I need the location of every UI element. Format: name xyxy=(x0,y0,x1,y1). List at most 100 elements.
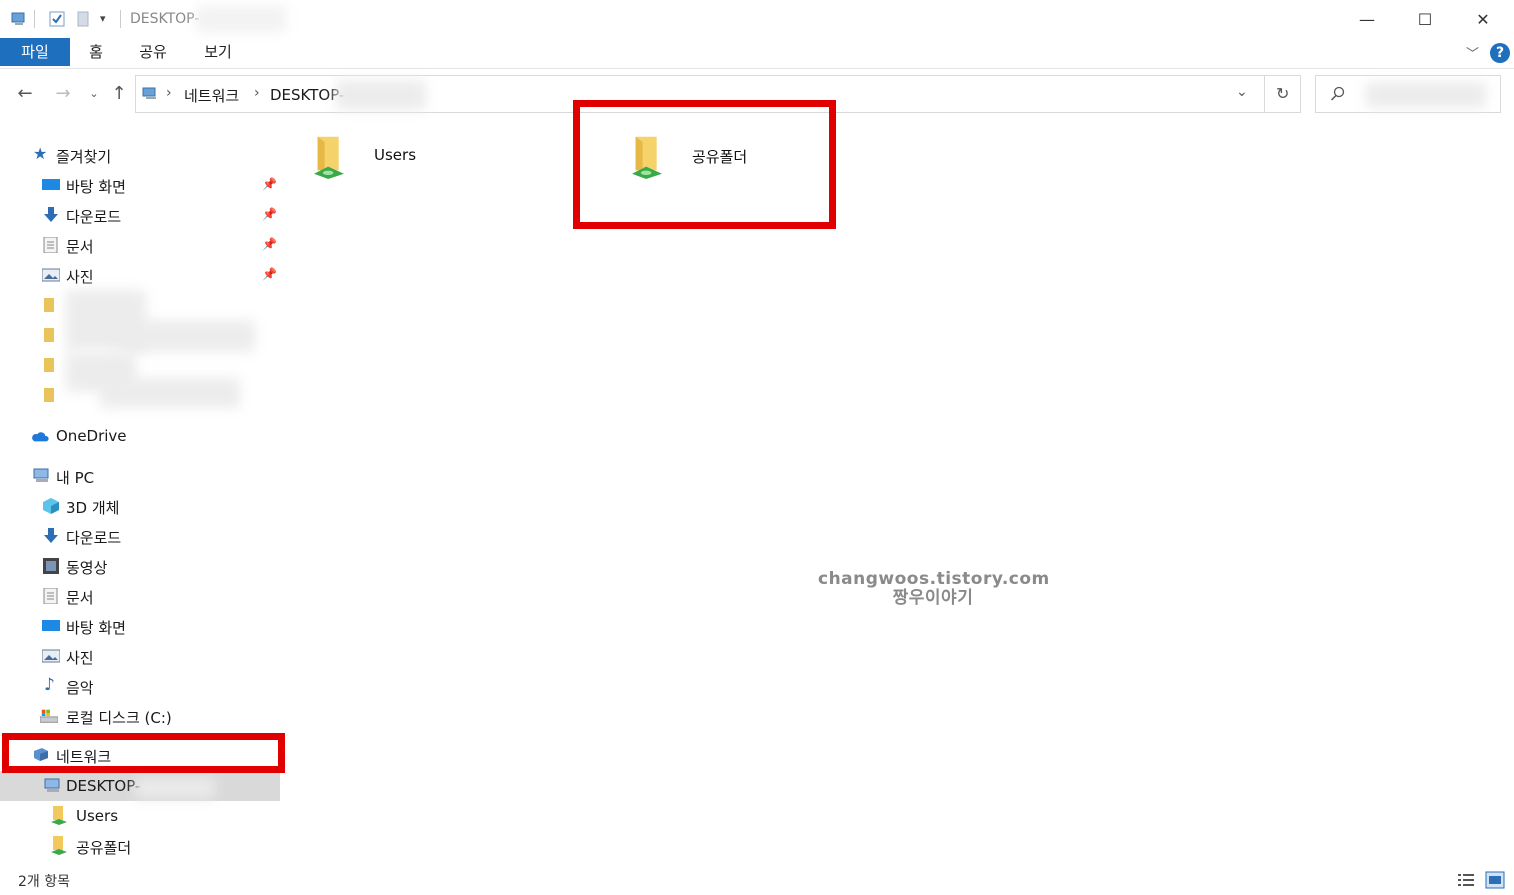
sidebar-item-pc-downloads[interactable]: 다운로드 xyxy=(0,521,280,551)
download-icon xyxy=(44,207,58,222)
new-folder-icon[interactable] xyxy=(74,10,92,28)
sidebar-item-quick-access[interactable]: ★ 즐겨찾기 xyxy=(0,140,280,170)
close-button[interactable]: ✕ xyxy=(1454,0,1512,38)
tab-file[interactable]: 파일 xyxy=(0,38,70,66)
computer-icon xyxy=(33,468,49,482)
shared-folder-icon xyxy=(51,836,67,855)
sidebar-item-label: 문서 xyxy=(66,589,94,607)
document-icon xyxy=(43,588,58,604)
sidebar-item-music[interactable]: ♪ 음악 xyxy=(0,671,280,701)
desktop-icon xyxy=(42,179,60,190)
sidebar-item-desktop[interactable]: 바탕 화면 📌 xyxy=(0,170,280,200)
breadcrumb-computer[interactable]: DESKTOP- xyxy=(270,86,344,104)
drive-icon xyxy=(40,709,58,723)
maximize-button[interactable]: ☐ xyxy=(1396,0,1454,38)
address-dropdown-icon[interactable]: ⌄ xyxy=(1236,84,1248,100)
breadcrumb-separator-icon: › xyxy=(254,85,260,101)
expand-ribbon-icon[interactable]: ﹀ xyxy=(1466,43,1479,62)
sidebar-item-this-pc[interactable]: 내 PC xyxy=(0,461,280,491)
folder-icon xyxy=(44,328,54,342)
sidebar-item-onedrive[interactable]: OneDrive xyxy=(0,421,280,451)
sidebar-item-label: OneDrive xyxy=(56,427,127,445)
status-bar: 2개 항목 xyxy=(0,866,1514,895)
breadcrumb-separator-icon: › xyxy=(166,85,172,101)
recent-locations-icon[interactable]: ⌄ xyxy=(82,82,106,106)
sidebar-item-label: 사진 xyxy=(66,649,94,667)
watermark-url: changwoos.tistory.com xyxy=(818,569,1050,589)
sidebar-item-local-disk[interactable]: 로컬 디스크 (C:) xyxy=(0,701,280,731)
sidebar-item-label: 공유폴더 xyxy=(76,839,132,857)
download-icon xyxy=(44,528,58,543)
sidebar-item-pc-documents[interactable]: 문서 xyxy=(0,581,280,611)
search-icon xyxy=(1330,86,1345,101)
help-icon[interactable]: ? xyxy=(1490,43,1510,63)
sidebar-item-label: 바탕 화면 xyxy=(66,178,126,196)
up-button[interactable]: ↑ xyxy=(107,82,131,106)
network-computer-icon xyxy=(11,12,25,25)
folder-icon xyxy=(44,298,54,312)
pictures-icon xyxy=(42,649,60,663)
sidebar-item-3d-objects[interactable]: 3D 개체 xyxy=(0,491,280,521)
title-bar: ▾ DESKTOP- — ☐ ✕ xyxy=(0,0,1514,38)
sidebar-item-label: 문서 xyxy=(66,238,94,256)
shared-folder-icon xyxy=(314,136,344,179)
sidebar-item-label: 3D 개체 xyxy=(66,499,120,517)
music-icon: ♪ xyxy=(44,675,55,695)
refresh-icon[interactable]: ↻ xyxy=(1276,84,1289,103)
redacted-area xyxy=(120,320,255,352)
sidebar-item-label: 내 PC xyxy=(56,469,95,487)
sidebar-item-label: 바탕 화면 xyxy=(66,619,126,637)
folder-icon xyxy=(44,388,54,402)
sidebar-item-label: Users xyxy=(76,807,119,825)
video-icon xyxy=(43,558,59,574)
network-icon xyxy=(142,87,156,99)
star-icon: ★ xyxy=(33,144,48,163)
pin-icon[interactable]: 📌 xyxy=(262,177,277,191)
sidebar-item-videos[interactable]: 동영상 xyxy=(0,551,280,581)
properties-icon[interactable] xyxy=(48,10,66,28)
details-view-icon[interactable] xyxy=(1457,872,1475,888)
sidebar-item-pictures[interactable]: 사진 📌 xyxy=(0,260,280,290)
pin-icon[interactable]: 📌 xyxy=(262,267,277,281)
large-icons-view-icon[interactable] xyxy=(1485,871,1505,889)
sidebar-item-label: DESKTOP- xyxy=(66,777,141,795)
tab-share[interactable]: 공유 xyxy=(128,38,178,66)
folder-icon xyxy=(44,358,54,372)
document-icon xyxy=(43,237,58,253)
highlight-box xyxy=(2,733,285,773)
sidebar-item-pc-desktop[interactable]: 바탕 화면 xyxy=(0,611,280,641)
pin-icon[interactable]: 📌 xyxy=(262,237,277,251)
watermark-name: 짱우이야기 xyxy=(892,588,974,608)
sidebar-item-desktop-computer[interactable]: DESKTOP- xyxy=(0,771,280,801)
sidebar-item-label: 사진 xyxy=(66,268,94,286)
sidebar-item-documents[interactable]: 문서 📌 xyxy=(0,230,280,260)
sidebar-item-label: 로컬 디스크 (C:) xyxy=(66,709,172,727)
pin-icon[interactable]: 📌 xyxy=(262,207,277,221)
item-count: 2개 항목 xyxy=(18,874,70,890)
watermark: changwoos.tistory.com 짱우이야기 xyxy=(818,569,1050,608)
sidebar-item-label: 음악 xyxy=(66,679,94,697)
onedrive-cloud-icon xyxy=(32,432,49,442)
tab-view[interactable]: 보기 xyxy=(193,38,243,66)
file-list: Users 공유폴더 xyxy=(296,126,1506,861)
customize-qat-icon[interactable]: ▾ xyxy=(100,12,106,25)
3d-objects-icon xyxy=(43,498,59,514)
forward-button[interactable]: → xyxy=(51,82,75,106)
folder-item-users[interactable]: Users xyxy=(304,130,544,200)
sidebar-item-label: 다운로드 xyxy=(66,529,122,547)
shared-folder-icon xyxy=(51,806,67,825)
search-box[interactable] xyxy=(1315,75,1501,113)
breadcrumb-network[interactable]: 네트워크 xyxy=(184,85,239,106)
pictures-icon xyxy=(42,268,60,282)
redacted-area xyxy=(100,378,240,408)
tab-home[interactable]: 홈 xyxy=(78,38,114,66)
sidebar-item-label: 즐겨찾기 xyxy=(56,148,112,166)
minimize-button[interactable]: — xyxy=(1338,0,1396,38)
sidebar-item-share-shared-folder[interactable]: 공유폴더 xyxy=(0,831,280,861)
window-title: DESKTOP- xyxy=(130,11,200,27)
back-button[interactable]: ← xyxy=(13,82,37,106)
computer-icon xyxy=(44,778,60,792)
sidebar-item-downloads[interactable]: 다운로드 📌 xyxy=(0,200,280,230)
sidebar-item-pc-pictures[interactable]: 사진 xyxy=(0,641,280,671)
sidebar-item-share-users[interactable]: Users xyxy=(0,801,280,831)
